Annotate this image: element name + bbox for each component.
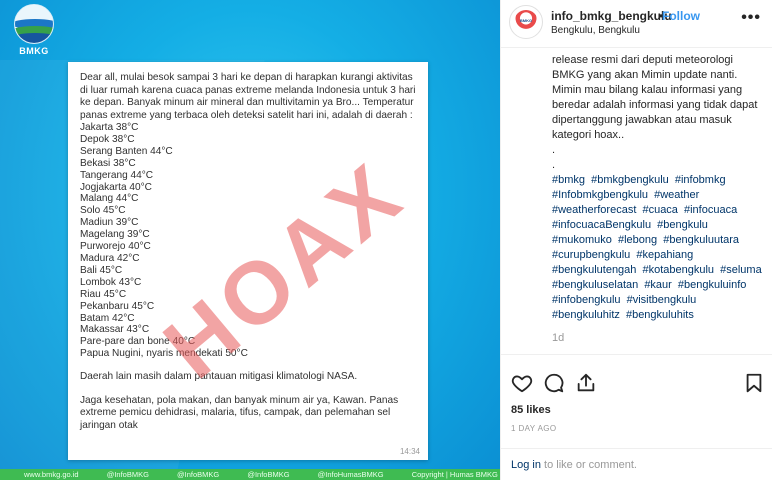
list-item: Purworejo 40°C — [80, 241, 151, 253]
list-item: Pare-pare dan bone 40°C — [80, 336, 196, 348]
hashtag-link[interactable]: #weatherforecast — [552, 204, 636, 216]
caption-text: release resmi dari deputi meteorologi BM… — [552, 54, 758, 141]
list-item: Makassar 43°C — [80, 324, 150, 336]
bmkg-logo-text: BMKG — [19, 46, 49, 56]
footer-website: www.bmkg.go.id — [24, 470, 79, 479]
hashtag-link[interactable]: #infocuacaBengkulu — [552, 219, 651, 231]
hashtag-link[interactable]: #infocuaca — [684, 204, 737, 216]
hashtag-link[interactable]: #bengkulu — [657, 219, 708, 231]
list-item: Madiun 39°C — [80, 217, 139, 229]
footer-copyright: Copyright | Humas BMKG — [411, 470, 498, 479]
hashtag-link[interactable]: #bengkulutengah — [552, 264, 636, 276]
post-sidebar: BMKG info_bmkg_bengkulu • Follow Bengkul… — [500, 0, 772, 480]
likes-count[interactable]: 85 likes — [511, 404, 551, 416]
post-image[interactable]: BMKG Dear all, mulai besok sampai 3 hari… — [0, 0, 500, 480]
hashtag-link[interactable]: #seluma — [720, 264, 762, 276]
share-icon[interactable] — [575, 372, 597, 399]
login-prompt: Log in to like or comment. — [501, 448, 772, 480]
hashtag-link[interactable]: #cuaca — [642, 204, 677, 216]
hashtag-link[interactable]: #bengkuluinfo — [678, 279, 747, 291]
list-item: Tangerang 44°C — [80, 169, 154, 181]
image-footer-bar: www.bmkg.go.id @InfoBMKG @InfoBMKG @Info… — [0, 469, 500, 480]
hashtag-link[interactable]: #visitbengkulu — [627, 294, 697, 306]
hashtag-link[interactable]: #kepahiang — [636, 249, 693, 261]
comment-timestamp: 1d — [552, 332, 565, 344]
hashtag-link[interactable]: #kaur — [644, 279, 672, 291]
hashtag-link[interactable]: #Infobmkgbengkulu — [552, 189, 648, 201]
hashtag-link[interactable]: #bmkgbengkulu — [591, 174, 669, 186]
city-temperature-list: Jakarta 38°C Depok 38°C Serang Banten 44… — [80, 122, 418, 360]
list-item: Jakarta 38°C — [80, 122, 139, 133]
list-item: Magelang 39°C — [80, 229, 150, 241]
action-bar — [509, 372, 765, 398]
hashtag-link[interactable]: #bengkuluhits — [626, 309, 694, 321]
hashtag-list: #bmkg #bmkgbengkulu #infobmkg #Infobmkgb… — [552, 173, 768, 323]
post-date: 1 DAY AGO — [511, 424, 557, 433]
list-item: Lombok 43°C — [80, 276, 142, 288]
hashtag-link[interactable]: #bengkuluselatan — [552, 279, 638, 291]
list-item: Serang Banten 44°C — [80, 145, 173, 157]
bmkg-logo: BMKG — [12, 4, 56, 56]
location-link[interactable]: Bengkulu, Bengkulu — [551, 25, 640, 36]
post-header: BMKG info_bmkg_bengkulu • Follow Bengkul… — [501, 0, 772, 48]
caption-dot: . — [552, 159, 556, 171]
list-item: Papua Nugini, nyaris mendekati 50°C — [80, 348, 248, 360]
hashtag-link[interactable]: #infobmkg — [675, 174, 726, 186]
list-item: Jogjakarta 40°C — [80, 181, 152, 193]
hashtag-link[interactable]: #curupbengkulu — [552, 249, 630, 261]
list-item: Madura 42°C — [80, 252, 140, 264]
hashtag-link[interactable]: #bmkg — [552, 174, 585, 186]
avatar[interactable]: BMKG — [509, 5, 543, 39]
note-timestamp: 14:34 — [399, 447, 420, 456]
note-closing-health: Jaga kesehatan, pola makan, dan banyak m… — [80, 394, 399, 431]
heart-icon[interactable] — [511, 372, 533, 399]
note-screenshot: Dear all, mulai besok sampai 3 hari ke d… — [68, 62, 428, 460]
comment-icon[interactable] — [543, 372, 565, 399]
list-item: Bali 45°C — [80, 264, 123, 276]
more-options-button[interactable]: ••• — [741, 10, 761, 26]
footer-humas: @InfoHumasBMKG — [317, 470, 384, 479]
hashtag-link[interactable]: #kotabengkulu — [642, 264, 714, 276]
follow-button[interactable]: Follow — [662, 9, 700, 23]
hashtag-link[interactable]: #weather — [654, 189, 699, 201]
note-closing-nasa: Daerah lain masih dalam pantauan mitigas… — [80, 371, 358, 383]
login-link[interactable]: Log in — [511, 459, 541, 471]
list-item: Solo 45°C — [80, 205, 126, 217]
username-link[interactable]: info_bmkg_bengkulu — [551, 9, 672, 23]
footer-instagram: @InfoBMKG — [247, 470, 290, 479]
hashtag-link[interactable]: #infobengkulu — [552, 294, 621, 306]
login-suffix-text: to like or comment. — [540, 459, 637, 471]
list-item: Depok 38°C — [80, 133, 135, 145]
footer-facebook: @InfoBMKG — [106, 470, 149, 479]
caption-scroll-area[interactable]: release resmi dari deputi meteorologi BM… — [501, 49, 772, 355]
list-item: Malang 44°C — [80, 193, 139, 205]
note-paragraph: Dear all, mulai besok sampai 3 hari ke d… — [80, 72, 416, 121]
list-item: Pekanbaru 45°C — [80, 300, 155, 312]
caption-dot: . — [552, 144, 556, 156]
hashtag-link[interactable]: #mukomuko — [552, 234, 612, 246]
bookmark-icon[interactable] — [743, 372, 765, 399]
hashtag-link[interactable]: #bengkuluhitz — [552, 309, 620, 321]
list-item: Riau 45°C — [80, 288, 127, 300]
footer-twitter: @InfoBMKG — [177, 470, 220, 479]
bmkg-emblem-icon — [14, 4, 54, 44]
hashtag-link[interactable]: #bengkuluutara — [663, 234, 739, 246]
hashtag-link[interactable]: #lebong — [618, 234, 657, 246]
list-item: Batam 42°C — [80, 312, 135, 324]
list-item: Bekasi 38°C — [80, 157, 136, 169]
caption: release resmi dari deputi meteorologi BM… — [552, 49, 768, 323]
